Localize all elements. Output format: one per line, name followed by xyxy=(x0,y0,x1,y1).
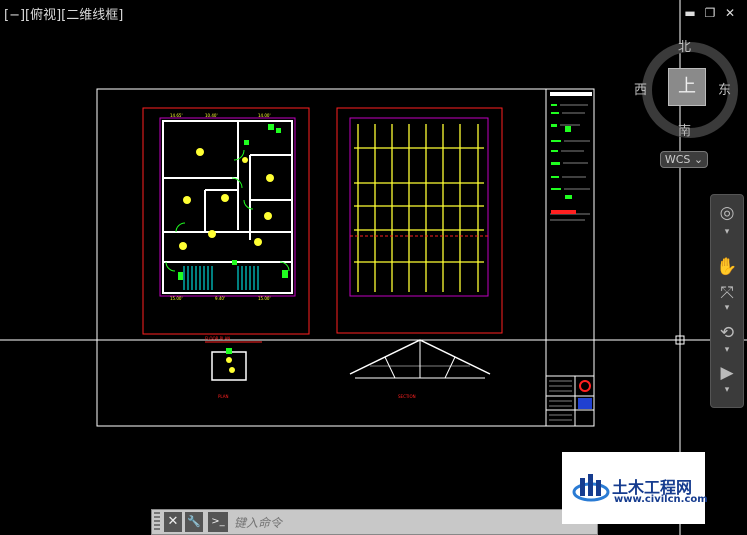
showmotion-icon[interactable]: ▶ xyxy=(715,361,739,385)
roof-grid-vertical xyxy=(357,124,479,292)
customize-wrench-icon[interactable]: 🔧 xyxy=(185,512,203,532)
dim-bottom-1: 15.00' xyxy=(170,296,183,301)
floor-plan-outline xyxy=(159,117,296,297)
steering-wheel-icon[interactable]: ◎ xyxy=(715,201,739,225)
viewcube-top-face[interactable]: 上 xyxy=(668,68,706,106)
small-plan: PLAN xyxy=(205,341,262,399)
navbar-customize-icon[interactable]: ▾ xyxy=(715,385,739,409)
dim-bottom-3: 15.00' xyxy=(258,296,271,301)
door xyxy=(279,261,290,272)
roof-grid-horizontal xyxy=(354,147,484,263)
wcs-menu[interactable]: WCS ⌄ xyxy=(660,151,708,168)
door xyxy=(165,261,176,272)
watermark: 土木工程网 www.civilcn.com xyxy=(562,452,708,524)
pan-hand-icon[interactable]: ✋ xyxy=(715,255,739,279)
recent-commands-icon[interactable]: >_ xyxy=(208,512,228,532)
roof-plan-frame xyxy=(336,107,503,334)
door xyxy=(175,222,186,233)
roof-section: SECTION xyxy=(349,339,491,399)
command-line-grip[interactable] xyxy=(154,512,160,532)
sheet-border xyxy=(96,88,595,427)
chevron-down-icon: ⌄ xyxy=(693,153,704,166)
watermark-logo-icon xyxy=(572,474,610,502)
compass-east[interactable]: 东 xyxy=(718,79,731,98)
dim-top-2: 10.40' xyxy=(205,113,218,118)
small-plan-title: PLAN xyxy=(218,394,228,399)
roof-plan-outline xyxy=(349,117,489,297)
fixtures xyxy=(178,124,288,280)
watermark-url: www.civilcn.com xyxy=(614,494,708,505)
steering-wheel-dropdown-icon[interactable]: ▾ xyxy=(715,227,739,251)
orbit-icon[interactable]: ⟲ xyxy=(715,321,739,345)
compass-south[interactable]: 南 xyxy=(678,120,691,139)
command-close-button[interactable]: ✕ xyxy=(164,512,182,532)
door xyxy=(243,199,254,210)
stairs-left xyxy=(183,266,213,290)
floor-plan-title: FLOOR PLAN xyxy=(205,336,230,341)
plan-dims-text: 14.65' 10.40' 14.00' 15.00' 9.40' 15.00' xyxy=(170,113,271,301)
navigation-bar: ◎ ▾ ✋ ⤧ ▾ ⟲ ▾ ▶ ▾ xyxy=(710,194,744,408)
floor-plan-frame xyxy=(142,107,310,335)
compass-west[interactable]: 西 xyxy=(634,79,647,98)
roof-plan xyxy=(336,107,503,334)
dim-top-1: 14.65' xyxy=(170,113,183,118)
zoom-extents-icon[interactable]: ⤧ xyxy=(715,281,739,305)
stairs-right xyxy=(237,266,259,290)
command-line: ✕ 🔧 >_ xyxy=(151,509,598,535)
dim-top-3: 14.00' xyxy=(258,113,271,118)
notes-column xyxy=(550,92,592,221)
dim-bottom-2: 9.40' xyxy=(215,296,225,301)
compass-north[interactable]: 北 xyxy=(678,36,691,55)
title-block xyxy=(546,375,594,426)
floor-plan: 14.65' 10.40' 14.00' 15.00' 9.40' 15.00'… xyxy=(142,107,310,341)
section-title: SECTION xyxy=(398,394,416,399)
wcs-label: WCS xyxy=(664,153,691,166)
command-input[interactable] xyxy=(232,513,596,533)
viewcube[interactable]: 上 北 南 东 西 xyxy=(634,36,738,139)
exterior-wall xyxy=(162,120,293,294)
